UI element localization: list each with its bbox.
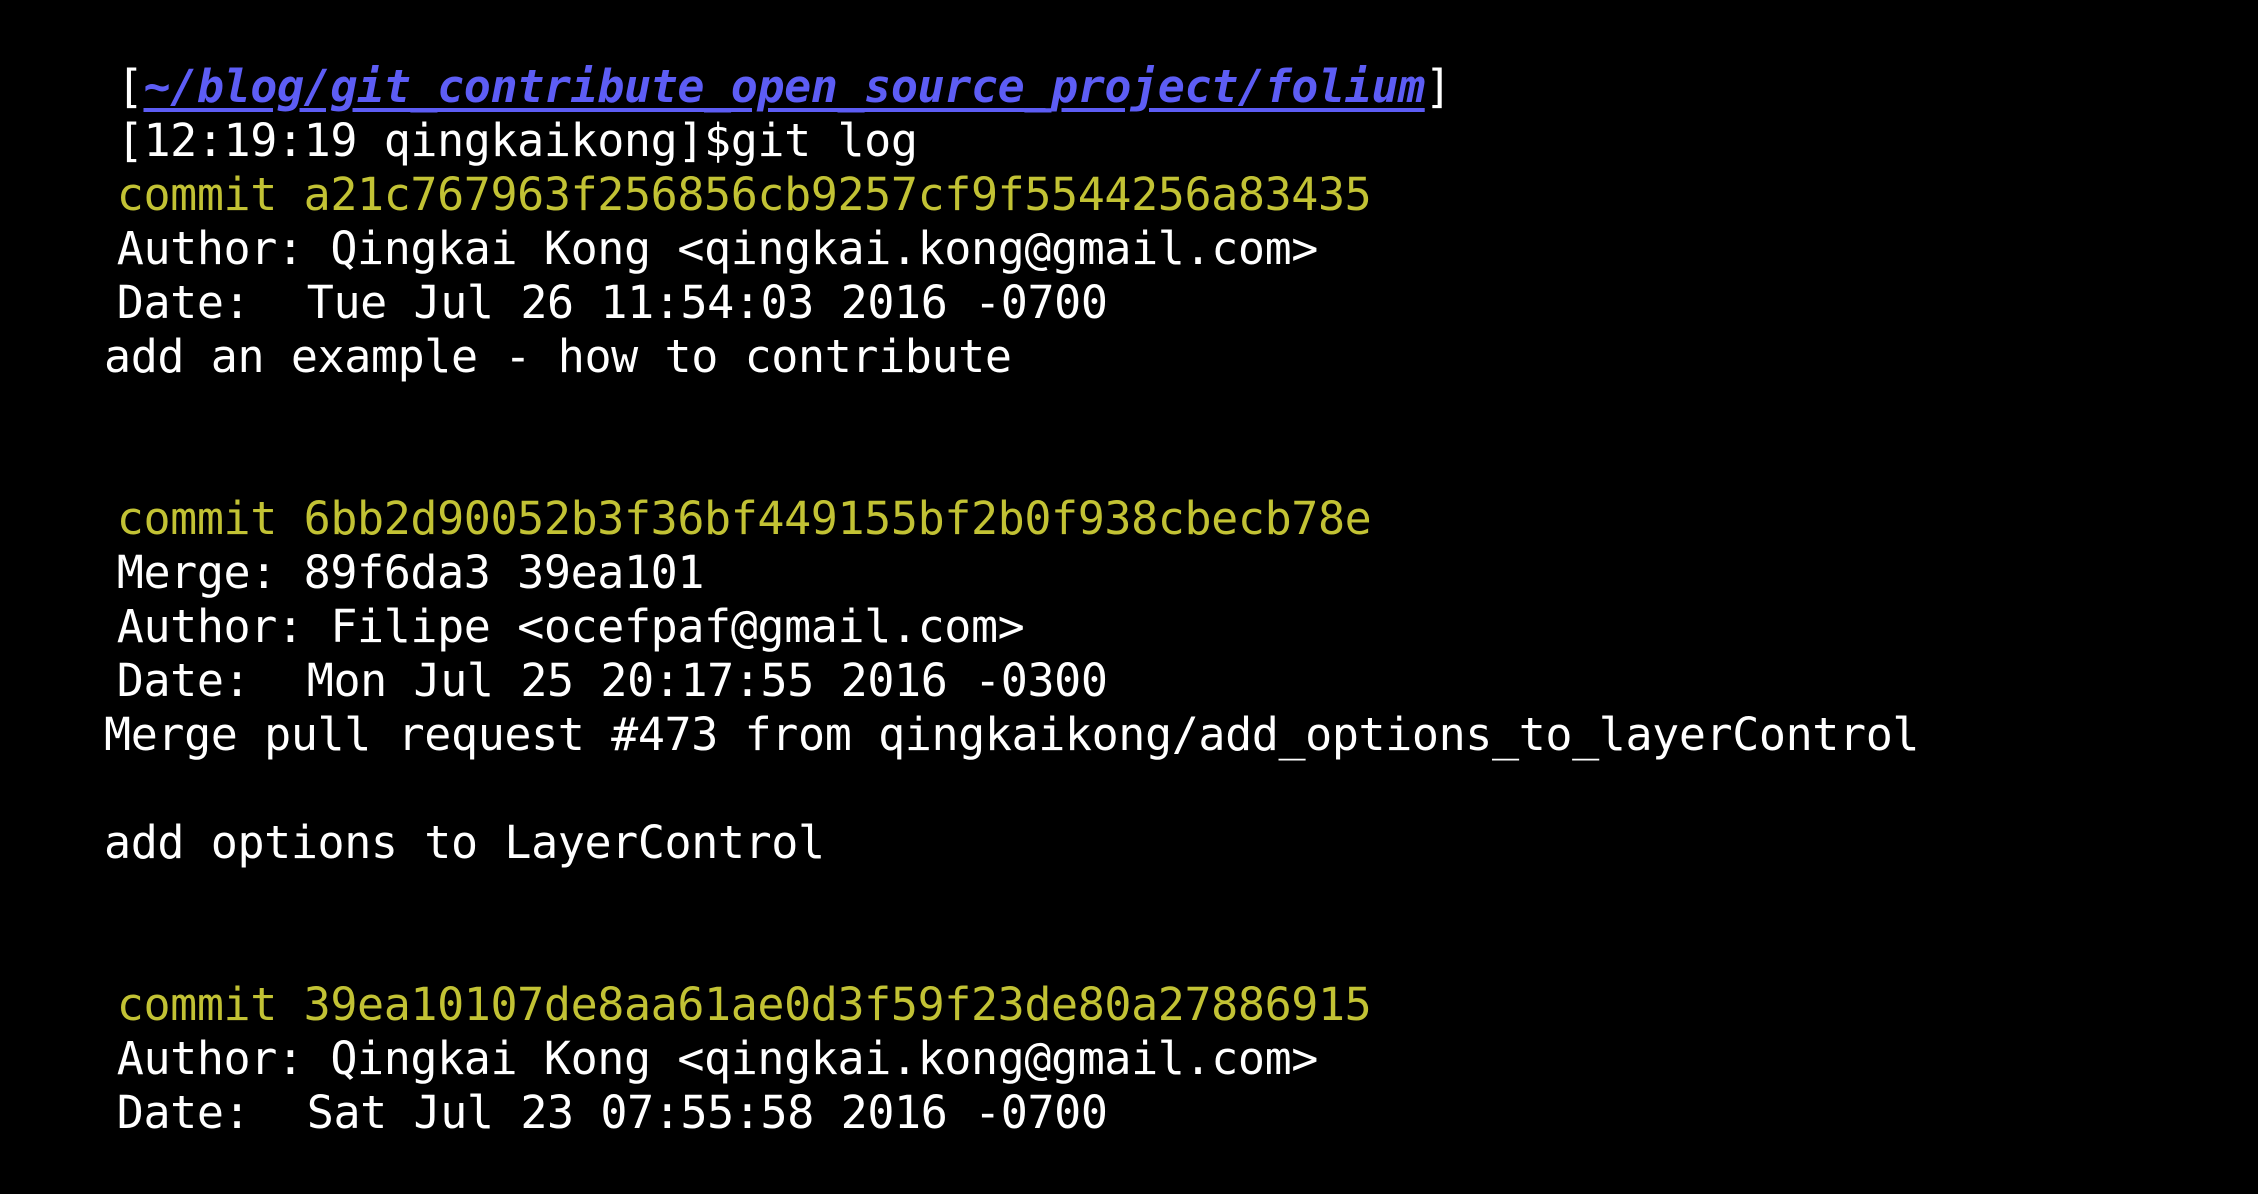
date-line: Date: Mon Jul 25 20:17:55 2016 -0300 bbox=[10, 600, 1108, 707]
date-value: Mon Jul 25 20:17:55 2016 -0300 bbox=[306, 654, 1108, 707]
date-line: Date: Sat Jul 23 07:55:58 2016 -0700 bbox=[10, 1032, 1108, 1139]
commit-line: commit 39ea10107de8aa61ae0d3f59f23de80a2… bbox=[10, 924, 1372, 1031]
commit-line: commit 6bb2d90052b3f36bf449155bf2b0f938c… bbox=[10, 438, 1372, 545]
prompt-path-line: [~/blog/git_contribute_open_source_proje… bbox=[10, 6, 1452, 113]
command-line: [12:19:19 qingkaikong]$git log bbox=[10, 60, 918, 167]
terminal-window[interactable]: [~/blog/git_contribute_open_source_proje… bbox=[0, 0, 2258, 1139]
date-line: Date: Tue Jul 26 11:54:03 2016 -0700 bbox=[10, 222, 1108, 329]
date-label: Date: bbox=[116, 276, 251, 329]
bracket-close: ] bbox=[1424, 60, 1452, 113]
date-value: Tue Jul 26 11:54:03 2016 -0700 bbox=[306, 276, 1108, 329]
date-label: Date: bbox=[116, 654, 251, 707]
commit-message: Merge pull request #473 from qingkaikong… bbox=[104, 708, 1920, 761]
date-value: Sat Jul 23 07:55:58 2016 -0700 bbox=[306, 1086, 1108, 1139]
merge-line: Merge: 89f6da3 39ea101 bbox=[10, 492, 705, 599]
commit-message-body: add options to LayerControl bbox=[104, 816, 825, 869]
author-line: Author: Filipe <ocefpaf@gmail.com> bbox=[10, 546, 1025, 653]
commit-message: add an example - how to contribute bbox=[104, 330, 1012, 383]
author-line: Author: Qingkai Kong <qingkai.kong@gmail… bbox=[10, 168, 1319, 275]
commit-line: commit a21c767963f256856cb9257cf9f554425… bbox=[10, 114, 1372, 221]
date-label: Date: bbox=[116, 1086, 251, 1139]
author-line: Author: Qingkai Kong <qingkai.kong@gmail… bbox=[10, 978, 1319, 1085]
